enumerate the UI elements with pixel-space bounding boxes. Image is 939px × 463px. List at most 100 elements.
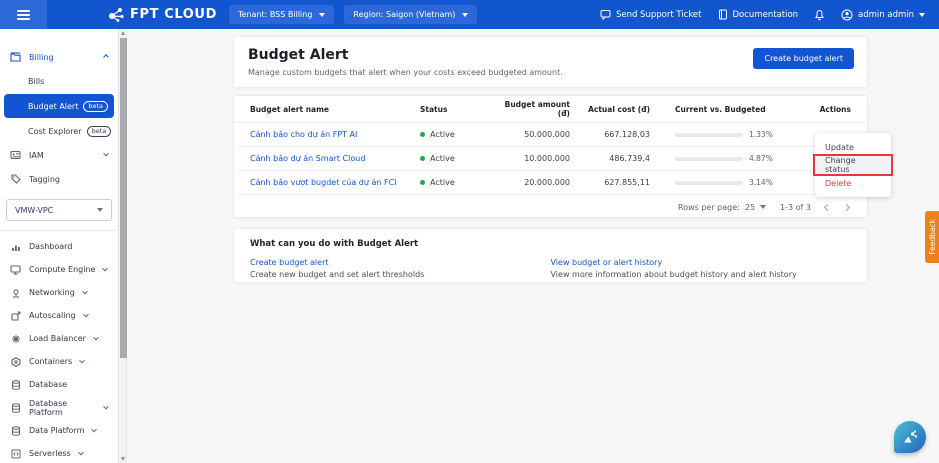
- actual-cost: 667.128,03: [570, 130, 650, 139]
- menu-item-update[interactable]: Update: [815, 138, 891, 156]
- sidebar-item-containers[interactable]: Containers: [0, 350, 118, 373]
- iam-card-icon: [10, 150, 21, 161]
- assistant-chat-button[interactable]: [894, 421, 926, 453]
- sidebar-item-budget-alert[interactable]: Budget Alert beta: [4, 94, 114, 118]
- brand-text: FPT CLOUD: [130, 7, 217, 22]
- menu-item-delete[interactable]: Delete: [815, 174, 891, 192]
- next-page-button[interactable]: [843, 203, 850, 210]
- sidebar-item-label: Serverless: [29, 449, 71, 458]
- sidebar-item-cost-explorer[interactable]: Cost Explorer beta: [0, 119, 118, 143]
- sidebar-item-label: Load Balancer: [29, 334, 86, 343]
- topbar-actions: Send Support Ticket Documentation: [600, 9, 939, 21]
- budget-alert-name-link[interactable]: Cảnh báo vượt bugdet của dự án FCI: [250, 178, 420, 187]
- sidebar-item-tagging[interactable]: Tagging: [0, 167, 118, 191]
- user-avatar-icon: [841, 9, 853, 21]
- sidebar-item-bills[interactable]: Bills: [0, 69, 118, 93]
- fpt-cloud-logo[interactable]: FPT CLOUD: [107, 7, 217, 23]
- sidebar-item-database-platform[interactable]: Database Platform: [0, 396, 118, 419]
- load-balancer-icon: [10, 333, 21, 344]
- sidebar-item-database[interactable]: Database: [0, 373, 118, 396]
- feedback-tab[interactable]: Feedback: [925, 211, 939, 263]
- sidebar-item-label: Database Platform: [29, 399, 96, 417]
- budget-alert-name-link[interactable]: Cảnh báo dự án Smart Cloud: [250, 154, 420, 163]
- tenant-selector[interactable]: Tenant: BSS Billing: [229, 5, 334, 24]
- sidebar-item-compute-engine[interactable]: Compute Engine: [0, 258, 118, 281]
- page-range: 1-3 of 3: [780, 203, 811, 212]
- sidebar-item-autoscaling[interactable]: Autoscaling: [0, 304, 118, 327]
- sidebar-item-billing[interactable]: Billing: [0, 45, 118, 69]
- percent-label: 1.33%: [749, 130, 773, 139]
- progress-track: [675, 157, 743, 161]
- sidebar-item-label: Dashboard: [29, 242, 72, 251]
- region-selector[interactable]: Region: Saigon (Vietnam): [344, 5, 477, 24]
- chevron-down-icon: [103, 403, 108, 408]
- chevron-down-icon: [319, 13, 325, 17]
- notifications-button[interactable]: [814, 9, 825, 21]
- progress-bar: 3.14%: [675, 178, 780, 187]
- status-badge: Active: [420, 130, 495, 139]
- sidebar-item-dashboard[interactable]: Dashboard: [0, 235, 118, 258]
- sidebar-item-networking[interactable]: Networking: [0, 281, 118, 304]
- sidebar-item-serverless[interactable]: Serverless: [0, 442, 118, 463]
- rows-per-page-label: Rows per page:: [678, 203, 740, 212]
- book-icon: [718, 9, 728, 20]
- sidebar-item-load-balancer[interactable]: Load Balancer: [0, 327, 118, 350]
- app-window: FPT CLOUD Tenant: BSS Billing Region: Sa…: [0, 0, 939, 463]
- budget-alert-name-link[interactable]: Cảnh báo cho dự án FPT AI: [250, 130, 420, 139]
- sidebar-item-label: Tagging: [29, 175, 108, 184]
- support-chat-icon: [600, 9, 611, 20]
- scrollbar-thumb[interactable]: [120, 38, 127, 358]
- sidebar-item-iam[interactable]: IAM: [0, 143, 118, 167]
- menu-button[interactable]: [0, 0, 47, 29]
- sidebar-item-label: Cost Explorer: [28, 127, 82, 136]
- scroll-up-arrow-icon[interactable]: [121, 31, 125, 35]
- documentation-link[interactable]: Documentation: [718, 9, 799, 20]
- progress-track: [675, 133, 743, 137]
- scroll-down-arrow-icon[interactable]: [121, 457, 125, 461]
- chevron-down-icon: [103, 265, 109, 271]
- percent-label: 4.87%: [749, 154, 773, 163]
- chevron-down-icon: [760, 205, 766, 209]
- table-row: Cảnh báo cho dự án FPT AI Active 50.000.…: [234, 123, 867, 147]
- sidebar-item-label: Networking: [29, 288, 75, 297]
- progress-bar: 1.33%: [675, 130, 780, 139]
- chevron-down-icon: [93, 334, 99, 340]
- budget-amount: 20.000.000: [495, 178, 570, 187]
- page-header-card: Budget Alert Manage custom budgets that …: [233, 36, 868, 88]
- chevron-down-icon: [103, 151, 109, 157]
- help-desc-create-budget-alert: Create new budget and set alert threshol…: [250, 270, 551, 279]
- vpc-select-value: VMW-VPC: [15, 206, 97, 215]
- help-card: What can you do with Budget Alert Create…: [233, 228, 868, 283]
- col-current-vs-budgeted: Current vs. Budgeted: [675, 105, 780, 114]
- serverless-icon: [10, 448, 21, 459]
- topbar: FPT CLOUD Tenant: BSS Billing Region: Sa…: [0, 0, 939, 29]
- user-menu[interactable]: admin admin: [841, 9, 925, 21]
- help-link-view-history[interactable]: View budget or alert history: [551, 258, 852, 267]
- rows-per-page-value: 25: [745, 203, 755, 212]
- chevron-down-icon: [462, 13, 468, 17]
- region-label: Region: Saigon (Vietnam): [353, 10, 455, 19]
- col-status: Status: [420, 105, 495, 114]
- chevron-down-icon: [78, 449, 84, 455]
- chevron-down-icon: [919, 13, 925, 17]
- help-col-create: Create budget alert Create new budget an…: [250, 258, 551, 279]
- vpc-select[interactable]: VMW-VPC: [6, 199, 112, 221]
- status-dot: [420, 180, 425, 185]
- sidebar-item-label: Database: [29, 380, 67, 389]
- rows-per-page-select[interactable]: Rows per page: 25: [678, 203, 766, 212]
- sidebar-scrollbar[interactable]: [118, 29, 127, 463]
- prev-page-button[interactable]: [824, 203, 831, 210]
- menu-item-change-status[interactable]: Change status: [815, 156, 891, 174]
- autoscaling-icon: [10, 310, 21, 321]
- create-budget-alert-button[interactable]: Create budget alert: [753, 48, 854, 69]
- sidebar-item-label: Bills: [28, 77, 44, 86]
- row-actions-context-menu: Update Change status Delete: [815, 133, 891, 197]
- container-hexagon-icon: [10, 356, 21, 367]
- col-actual-cost: Actual cost (đ): [570, 105, 650, 114]
- help-title: What can you do with Budget Alert: [250, 239, 851, 249]
- send-support-ticket-link[interactable]: Send Support Ticket: [600, 9, 702, 20]
- help-link-create-budget-alert[interactable]: Create budget alert: [250, 258, 551, 267]
- actual-cost: 486.739,4: [570, 154, 650, 163]
- sidebar-item-data-platform[interactable]: Data Platform: [0, 419, 118, 442]
- chevron-down-icon: [83, 311, 89, 317]
